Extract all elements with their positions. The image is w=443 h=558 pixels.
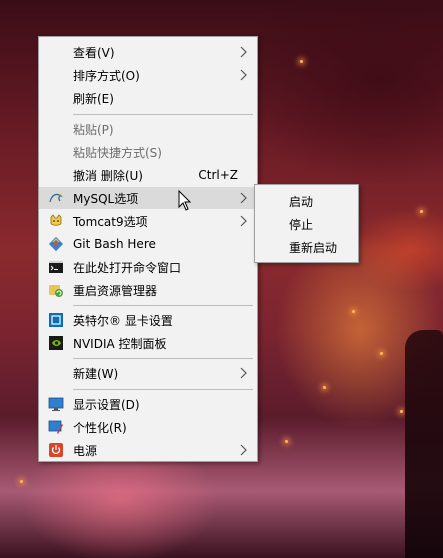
menu-item-label: 显示设置(D)	[73, 397, 140, 412]
chevron-right-icon	[240, 192, 247, 204]
menu-item-restart-explorer[interactable]: 重启资源管理器	[39, 279, 257, 301]
menu-item-label: 查看(V)	[73, 45, 115, 60]
mouse-cursor-icon	[178, 190, 192, 211]
wallpaper-spark	[20, 480, 23, 483]
menu-item-label: 粘贴快捷方式(S)	[73, 145, 162, 160]
desktop-context-menu: 查看(V) 排序方式(O) 刷新(E) 粘贴(P) 粘贴快捷方式(S) 撤消 删…	[38, 36, 258, 462]
wallpaper-spark	[352, 310, 355, 313]
git-bash-icon	[48, 236, 64, 252]
wallpaper-figure	[405, 330, 443, 558]
command-prompt-icon	[48, 259, 64, 275]
menu-item-label: 英特尔® 显卡设置	[73, 313, 173, 328]
submenu-item-label: 停止	[289, 218, 314, 232]
power-icon	[48, 442, 64, 458]
menu-separator	[73, 358, 253, 359]
wallpaper-spark	[380, 352, 383, 355]
menu-item-label: MySQL选项	[73, 191, 139, 206]
menu-item-tomcat9-options[interactable]: Tomcat9选项	[39, 210, 257, 232]
display-settings-icon	[48, 396, 64, 412]
menu-item-label: 个性化(R)	[73, 420, 127, 435]
menu-item-shortcut: Ctrl+Z	[198, 168, 238, 182]
chevron-right-icon	[240, 69, 247, 81]
menu-item-refresh[interactable]: 刷新(E)	[39, 87, 257, 109]
menu-item-personalize[interactable]: 个性化(R)	[39, 416, 257, 438]
menu-item-undo-delete[interactable]: 撤消 删除(U) Ctrl+Z	[39, 164, 257, 186]
wallpaper-spark	[323, 386, 326, 389]
menu-item-nvidia-control-panel[interactable]: NVIDIA 控制面板	[39, 332, 257, 354]
menu-item-label: 粘贴(P)	[73, 122, 114, 137]
menu-item-new[interactable]: 新建(W)	[39, 362, 257, 384]
menu-item-sort-by[interactable]: 排序方式(O)	[39, 64, 257, 86]
intel-graphics-icon	[48, 312, 64, 328]
menu-item-display-settings[interactable]: 显示设置(D)	[39, 393, 257, 415]
submenu-item-start[interactable]: 启动	[255, 189, 358, 211]
menu-item-label: Tomcat9选项	[73, 214, 148, 229]
menu-item-label: 撤消 删除(U)	[73, 168, 143, 183]
menu-separator	[73, 114, 253, 115]
menu-item-paste-shortcut: 粘贴快捷方式(S)	[39, 141, 257, 163]
wallpaper-spark	[285, 440, 288, 443]
menu-separator	[73, 389, 253, 390]
menu-item-label: 电源	[73, 443, 98, 458]
menu-item-label: 刷新(E)	[73, 91, 114, 106]
menu-item-label: 新建(W)	[73, 366, 119, 381]
menu-item-label: 排序方式(O)	[73, 68, 140, 83]
submenu-item-label: 重新启动	[289, 241, 338, 255]
menu-item-label: Git Bash Here	[73, 237, 156, 251]
mysql-icon	[48, 190, 64, 206]
menu-separator	[73, 305, 253, 306]
mysql-options-submenu: 启动 停止 重新启动	[254, 184, 359, 263]
wallpaper-spark	[420, 210, 423, 213]
menu-item-view[interactable]: 查看(V)	[39, 41, 257, 63]
chevron-right-icon	[240, 46, 247, 58]
wallpaper-spark	[400, 410, 403, 413]
nvidia-icon	[48, 335, 64, 351]
menu-item-label: 重启资源管理器	[73, 283, 158, 298]
menu-item-power[interactable]: 电源	[39, 439, 257, 461]
personalize-icon	[48, 419, 64, 435]
menu-item-paste: 粘贴(P)	[39, 118, 257, 140]
submenu-item-restart[interactable]: 重新启动	[255, 235, 358, 257]
chevron-right-icon	[240, 444, 247, 456]
chevron-right-icon	[240, 215, 247, 227]
wallpaper-spark	[300, 60, 303, 63]
menu-item-open-command-window[interactable]: 在此处打开命令窗口	[39, 256, 257, 278]
submenu-item-stop[interactable]: 停止	[255, 212, 358, 234]
menu-item-intel-graphics[interactable]: 英特尔® 显卡设置	[39, 309, 257, 331]
menu-item-git-bash-here[interactable]: Git Bash Here	[39, 233, 257, 255]
restart-explorer-icon	[48, 282, 64, 298]
menu-item-label: NVIDIA 控制面板	[73, 336, 167, 351]
chevron-right-icon	[240, 367, 247, 379]
submenu-item-label: 启动	[289, 195, 314, 209]
menu-item-label: 在此处打开命令窗口	[73, 260, 182, 275]
tomcat-icon	[48, 213, 64, 229]
menu-item-mysql-options[interactable]: MySQL选项	[39, 187, 257, 209]
